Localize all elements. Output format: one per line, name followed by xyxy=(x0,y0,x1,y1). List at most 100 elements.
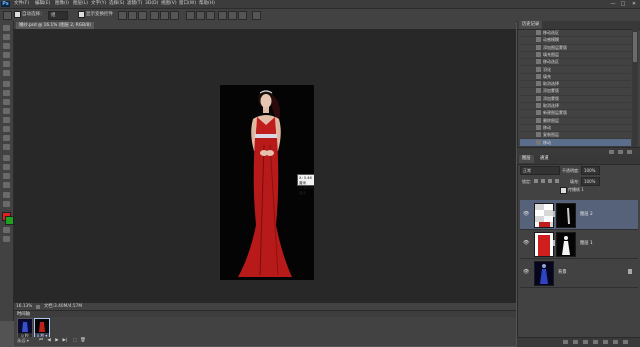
auto-select-checkbox[interactable] xyxy=(14,11,21,18)
fill-input[interactable]: 100% xyxy=(581,177,600,186)
marquee-tool-icon[interactable] xyxy=(3,34,10,40)
adjustment-layer-icon[interactable] xyxy=(593,340,598,344)
history-item-current[interactable]: 移动 xyxy=(520,138,631,147)
delete-layer-icon[interactable] xyxy=(623,340,628,344)
menu-window[interactable]: 窗口(W) xyxy=(179,0,196,8)
blur-tool-icon[interactable] xyxy=(3,135,10,141)
tab-layers[interactable]: 图层 xyxy=(519,155,534,163)
move-tool-icon[interactable] xyxy=(3,25,10,31)
link-layers-icon[interactable] xyxy=(563,340,568,344)
distribute-right-icon[interactable] xyxy=(238,11,247,20)
menu-help[interactable]: 帮助(H) xyxy=(199,0,215,8)
path-selection-tool-icon[interactable] xyxy=(3,173,10,179)
layer-mask-thumbnail[interactable] xyxy=(556,203,576,228)
auto-select-dropdown[interactable]: 组 xyxy=(48,11,68,20)
opacity-input[interactable]: 100% xyxy=(581,166,600,175)
link-icon[interactable] xyxy=(553,211,555,217)
close-icon[interactable]: ✕ xyxy=(629,0,639,8)
align-middle-icon[interactable] xyxy=(128,11,137,20)
lasso-tool-icon[interactable] xyxy=(3,43,10,49)
align-center-icon[interactable] xyxy=(160,11,169,20)
document-tab[interactable]: 婚纱.psd @ 16.1% (图层 2, RGB/8) xyxy=(16,22,94,29)
lock-all-icon[interactable] xyxy=(555,179,559,183)
canvas-area[interactable]: X: 5.46 厘米 Y: 16.45 厘米 xyxy=(14,29,516,302)
layer-style-icon[interactable] xyxy=(573,340,578,344)
minimize-icon[interactable]: — xyxy=(608,0,618,8)
new-layer-icon[interactable] xyxy=(613,340,618,344)
add-mask-icon[interactable] xyxy=(583,340,588,344)
hand-tool-icon[interactable] xyxy=(3,192,10,198)
history-brush-tool-icon[interactable] xyxy=(3,108,10,114)
next-frame-icon[interactable]: ▶| xyxy=(62,338,68,344)
visibility-eye-icon[interactable]: 👁 xyxy=(523,211,529,217)
pen-tool-icon[interactable] xyxy=(3,155,10,161)
eraser-tool-icon[interactable] xyxy=(3,117,10,123)
maximize-icon[interactable]: □ xyxy=(618,0,628,8)
align-left-icon[interactable] xyxy=(150,11,159,20)
trash-icon[interactable] xyxy=(627,150,632,154)
gradient-tool-icon[interactable] xyxy=(3,126,10,132)
align-bottom-icon[interactable] xyxy=(138,11,147,20)
healing-brush-tool-icon[interactable] xyxy=(3,81,10,87)
zoom-tool-icon[interactable] xyxy=(3,201,10,207)
layer-row[interactable]: 👁 背景 xyxy=(520,258,638,288)
type-tool-icon[interactable] xyxy=(3,164,10,170)
screen-mode-icon[interactable] xyxy=(3,236,10,242)
delete-frame-icon[interactable]: 🗑 xyxy=(80,338,86,344)
dodge-tool-icon[interactable] xyxy=(3,144,10,150)
clone-stamp-tool-icon[interactable] xyxy=(3,99,10,105)
lock-image-icon[interactable] xyxy=(541,179,545,183)
menu-filter[interactable]: 滤镜(T) xyxy=(127,0,142,8)
new-document-from-state-icon[interactable] xyxy=(609,150,614,154)
distribute-top-icon[interactable] xyxy=(186,11,195,20)
eyedropper-tool-icon[interactable] xyxy=(3,70,10,76)
menu-3d[interactable]: 3D(D) xyxy=(145,0,158,8)
quick-mask-icon[interactable] xyxy=(3,227,10,233)
magic-wand-tool-icon[interactable] xyxy=(3,52,10,58)
layer-name[interactable]: 背景 xyxy=(558,269,567,275)
distribute-bottom-icon[interactable] xyxy=(206,11,215,20)
menu-select[interactable]: 选择(S) xyxy=(109,0,124,8)
status-menu-icon[interactable] xyxy=(36,305,40,309)
visibility-eye-icon[interactable]: 👁 xyxy=(523,240,529,246)
layer-row[interactable]: 👁 图层 2 xyxy=(520,200,638,230)
lock-position-icon[interactable] xyxy=(548,179,552,183)
layer-name[interactable]: 图层 2 xyxy=(580,211,593,217)
align-top-icon[interactable] xyxy=(118,11,127,20)
unify-checkbox[interactable] xyxy=(560,187,567,194)
visibility-eye-icon[interactable]: 👁 xyxy=(523,269,529,275)
first-frame-icon[interactable]: ⏮ xyxy=(38,338,44,344)
link-icon[interactable] xyxy=(553,240,555,246)
document-image[interactable]: X: 5.46 厘米 Y: 16.45 厘米 xyxy=(220,85,314,280)
blend-mode-select[interactable]: 正常 xyxy=(520,166,560,175)
menu-file[interactable]: 文件(F) xyxy=(14,0,29,8)
shape-tool-icon[interactable] xyxy=(3,182,10,188)
duplicate-frame-icon[interactable]: ⬚ xyxy=(72,338,78,344)
previous-frame-icon[interactable]: ◀ xyxy=(46,338,52,344)
align-right-icon[interactable] xyxy=(170,11,179,20)
snapshot-icon[interactable] xyxy=(618,150,623,154)
tab-channels[interactable]: 通道 xyxy=(537,155,552,163)
brush-tool-icon[interactable] xyxy=(3,90,10,96)
menu-image[interactable]: 图像(I) xyxy=(55,0,69,8)
layer-mask-thumbnail[interactable] xyxy=(556,232,576,257)
layer-name[interactable]: 图层 1 xyxy=(580,240,593,246)
menu-layer[interactable]: 图层(L) xyxy=(73,0,88,8)
distribute-left-icon[interactable] xyxy=(218,11,227,20)
lock-transparent-icon[interactable] xyxy=(534,179,538,183)
layer-row[interactable]: 👁 图层 1 xyxy=(520,229,638,259)
new-group-icon[interactable] xyxy=(603,340,608,344)
menu-type[interactable]: 文字(Y) xyxy=(91,0,106,8)
move-tool-icon[interactable] xyxy=(3,11,12,20)
play-icon[interactable]: ▶ xyxy=(54,338,60,344)
history-scroll-thumb[interactable] xyxy=(633,32,637,62)
crop-tool-icon[interactable] xyxy=(3,61,10,67)
background-color-swatch[interactable] xyxy=(5,216,14,225)
distribute-center-icon[interactable] xyxy=(228,11,237,20)
auto-align-icon[interactable] xyxy=(252,11,261,20)
loop-options[interactable]: 永远 ▾ xyxy=(17,337,29,345)
show-transform-checkbox[interactable] xyxy=(78,11,85,18)
distribute-middle-icon[interactable] xyxy=(196,11,205,20)
history-tab[interactable]: 历史记录 xyxy=(519,21,543,29)
menu-edit[interactable]: 编辑(E) xyxy=(35,0,50,8)
